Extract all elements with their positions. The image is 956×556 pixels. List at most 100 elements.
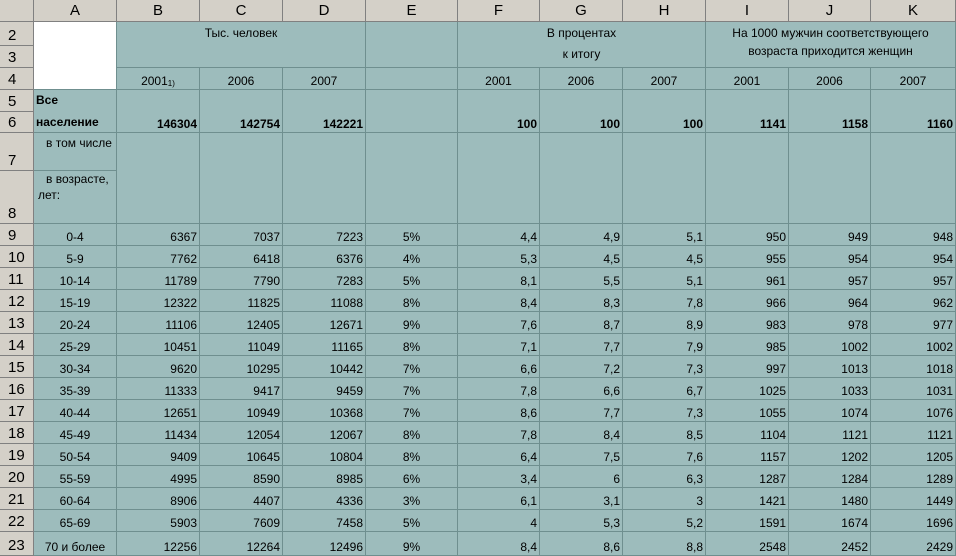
data-cell[interactable]: 983: [706, 312, 789, 334]
total-value-k[interactable]: 1160: [871, 90, 956, 133]
select-all-corner[interactable]: [0, 0, 34, 22]
total-value-f[interactable]: 100: [458, 90, 540, 133]
label-age[interactable]: в возрасте, лет:: [34, 171, 117, 224]
data-cell[interactable]: 8%: [366, 290, 458, 312]
data-cell[interactable]: 1591: [706, 510, 789, 532]
year-header-h[interactable]: 2007: [623, 68, 706, 90]
data-cell[interactable]: 12405: [200, 312, 283, 334]
data-cell[interactable]: 961: [706, 268, 789, 290]
data-cell[interactable]: 5%: [366, 510, 458, 532]
data-cell[interactable]: 1031: [871, 378, 956, 400]
year-header-c[interactable]: 2006: [200, 68, 283, 90]
data-cell[interactable]: 11789: [117, 268, 200, 290]
data-cell[interactable]: 5,3: [458, 246, 540, 268]
data-cell[interactable]: 948: [871, 224, 956, 246]
data-cell[interactable]: 7,8: [458, 422, 540, 444]
data-cell[interactable]: 8,4: [540, 422, 623, 444]
data-cell[interactable]: 1449: [871, 488, 956, 510]
data-cell[interactable]: 12322: [117, 290, 200, 312]
data-cell[interactable]: 11165: [283, 334, 366, 356]
data-cell[interactable]: 12054: [200, 422, 283, 444]
data-cell[interactable]: 8,4: [458, 290, 540, 312]
data-cell[interactable]: 4: [458, 510, 540, 532]
data-cell[interactable]: 8,3: [540, 290, 623, 312]
row-header-8[interactable]: 8: [0, 171, 34, 224]
data-cell[interactable]: 9%: [366, 312, 458, 334]
column-header-b[interactable]: B: [117, 0, 200, 22]
data-cell[interactable]: 5%: [366, 224, 458, 246]
header-percent[interactable]: В процентах к итогу: [458, 22, 706, 68]
data-cell[interactable]: 997: [706, 356, 789, 378]
row-header-21[interactable]: 21: [0, 488, 34, 510]
data-cell[interactable]: 10442: [283, 356, 366, 378]
empty-cell-i[interactable]: [706, 133, 789, 224]
data-cell[interactable]: 8,5: [623, 422, 706, 444]
data-cell[interactable]: 7790: [200, 268, 283, 290]
data-cell[interactable]: 1205: [871, 444, 956, 466]
empty-cell-f[interactable]: [458, 133, 540, 224]
year-header-i[interactable]: 2001: [706, 68, 789, 90]
data-cell[interactable]: 4336: [283, 488, 366, 510]
data-cell[interactable]: 6376: [283, 246, 366, 268]
data-cell[interactable]: 950: [706, 224, 789, 246]
data-cell[interactable]: 6367: [117, 224, 200, 246]
row-header-16[interactable]: 16: [0, 378, 34, 400]
data-cell[interactable]: 6418: [200, 246, 283, 268]
data-cell[interactable]: 7609: [200, 510, 283, 532]
data-cell[interactable]: 957: [871, 268, 956, 290]
row-header-6[interactable]: 6: [0, 112, 34, 133]
age-group-cell[interactable]: 50-54: [34, 444, 117, 466]
data-cell[interactable]: 7,1: [458, 334, 540, 356]
data-cell[interactable]: 964: [789, 290, 871, 312]
data-cell[interactable]: 8,9: [623, 312, 706, 334]
data-cell[interactable]: 7%: [366, 378, 458, 400]
data-cell[interactable]: 8,1: [458, 268, 540, 290]
data-cell[interactable]: 1121: [789, 422, 871, 444]
age-group-cell[interactable]: 25-29: [34, 334, 117, 356]
header-thousands[interactable]: Тыс. человек: [117, 22, 366, 68]
empty-cell-g[interactable]: [540, 133, 623, 224]
data-cell[interactable]: 3: [623, 488, 706, 510]
header-per1000[interactable]: На 1000 мужчин соответствующего возраста…: [706, 22, 956, 68]
age-group-cell[interactable]: 5-9: [34, 246, 117, 268]
data-cell[interactable]: 9620: [117, 356, 200, 378]
empty-cell-b[interactable]: [117, 133, 200, 224]
year-header-j[interactable]: 2006: [789, 68, 871, 90]
data-cell[interactable]: 5,1: [623, 268, 706, 290]
empty-cell-d[interactable]: [283, 133, 366, 224]
data-cell[interactable]: 5,2: [623, 510, 706, 532]
data-cell[interactable]: 3%: [366, 488, 458, 510]
column-header-g[interactable]: G: [540, 0, 623, 22]
data-cell[interactable]: 3,1: [540, 488, 623, 510]
row-header-19[interactable]: 19: [0, 444, 34, 466]
total-value-e[interactable]: [366, 90, 458, 133]
data-cell[interactable]: 5,3: [540, 510, 623, 532]
data-cell[interactable]: 12651: [117, 400, 200, 422]
data-cell[interactable]: 1018: [871, 356, 956, 378]
row-header-17[interactable]: 17: [0, 400, 34, 422]
age-group-cell[interactable]: 30-34: [34, 356, 117, 378]
row-header-3[interactable]: 3: [0, 46, 34, 68]
year-header-f[interactable]: 2001: [458, 68, 540, 90]
age-group-cell[interactable]: 60-64: [34, 488, 117, 510]
row-header-9[interactable]: 9: [0, 224, 34, 246]
data-cell[interactable]: 8906: [117, 488, 200, 510]
data-cell[interactable]: 10451: [117, 334, 200, 356]
data-cell[interactable]: 11088: [283, 290, 366, 312]
data-cell[interactable]: 7223: [283, 224, 366, 246]
data-cell[interactable]: 1157: [706, 444, 789, 466]
data-cell[interactable]: 4995: [117, 466, 200, 488]
data-cell[interactable]: 1025: [706, 378, 789, 400]
data-cell[interactable]: 6,3: [623, 466, 706, 488]
year-header-g[interactable]: 2006: [540, 68, 623, 90]
age-group-cell[interactable]: 20-24: [34, 312, 117, 334]
data-cell[interactable]: 962: [871, 290, 956, 312]
data-cell[interactable]: 6,4: [458, 444, 540, 466]
empty-cell-k[interactable]: [871, 133, 956, 224]
label-incl[interactable]: в том числе: [34, 133, 117, 171]
data-cell[interactable]: 1202: [789, 444, 871, 466]
age-group-cell[interactable]: 10-14: [34, 268, 117, 290]
empty-cell-h[interactable]: [623, 133, 706, 224]
data-cell[interactable]: 2452: [789, 532, 871, 556]
data-cell[interactable]: 1421: [706, 488, 789, 510]
